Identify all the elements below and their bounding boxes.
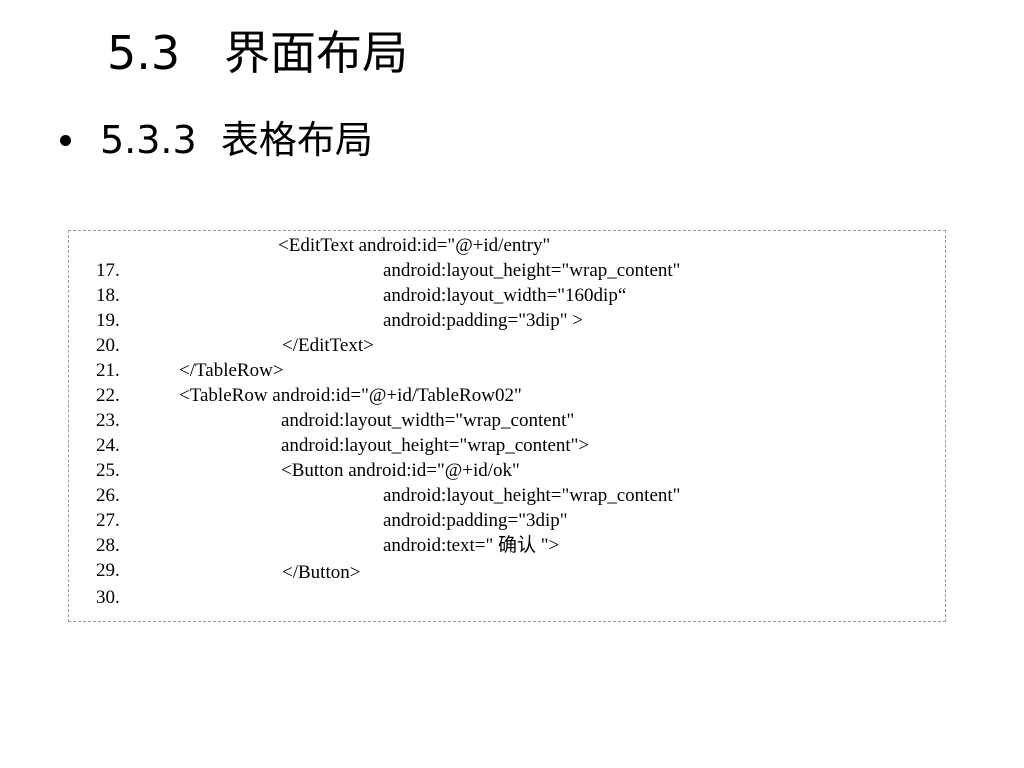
bullet-dot-icon (60, 134, 71, 146)
code-text: android:layout_height="wrap_content"> (281, 435, 590, 456)
bullet-text: 5.3.3 表格布局 (100, 118, 373, 162)
code-text: android:layout_height="wrap_content" (383, 485, 681, 506)
code-text: <EditText android:id="@+id/entry" (278, 235, 551, 256)
code-text: android:padding="3dip" > (383, 310, 584, 331)
code-listing: 17. <EditText android:id="@+id/entry" 18.… (68, 230, 946, 622)
code-text: android:layout_height="wrap_content" (383, 260, 681, 281)
line-number: 30. (96, 587, 120, 608)
code-text: </Button> (282, 562, 361, 583)
code-line: 30. </Button> (77, 560, 360, 635)
code-text: </EditText> (282, 335, 374, 356)
bullet-item: 5.3.3 表格布局 (60, 121, 373, 159)
code-text: <Button android:id="@+id/ok" (281, 460, 520, 481)
code-text: <TableRow android:id="@+id/TableRow02" (179, 385, 522, 406)
code-text: android:text=" 确认 "> (383, 535, 560, 556)
code-text: </TableRow> (179, 360, 284, 381)
code-text: android:layout_width="160dip“ (383, 285, 627, 306)
slide-title: 5.3 界面布局 (107, 26, 409, 80)
code-text: android:layout_width="wrap_content" (281, 410, 575, 431)
code-text: android:padding="3dip" (383, 510, 568, 531)
